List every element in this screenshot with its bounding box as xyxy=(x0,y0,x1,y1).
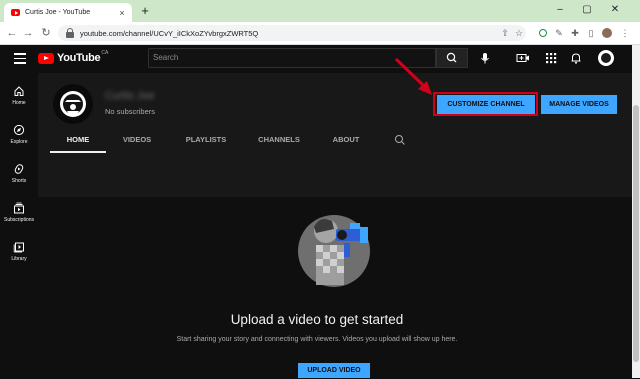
checkered-shirt-icon xyxy=(316,245,344,285)
search-icon xyxy=(446,52,457,63)
hamburger-menu-icon[interactable] xyxy=(14,53,26,64)
address-bar[interactable]: youtube.com/channel/UCvY_iICkXoZYvbrgxZW… xyxy=(58,25,526,41)
annotation-arrow-icon xyxy=(394,57,432,95)
masthead: YouTube CA Search xyxy=(0,45,632,73)
channel-avatar[interactable] xyxy=(53,84,93,124)
new-tab-button[interactable]: + xyxy=(138,4,152,18)
browser-tab-strip: Curtis Joe - YouTube × + – ▢ ✕ xyxy=(0,0,640,22)
back-arrow-icon[interactable]: ← xyxy=(4,25,20,41)
tab-videos[interactable]: VIDEOS xyxy=(110,129,164,153)
sidebar-panel-icon[interactable]: ▯ xyxy=(584,25,598,41)
lock-icon xyxy=(65,28,75,38)
reload-icon[interactable]: ↻ xyxy=(38,25,54,41)
country-code: CA xyxy=(101,50,109,56)
tab-about[interactable]: ABOUT xyxy=(322,129,370,153)
youtube-logo[interactable]: YouTube CA xyxy=(38,50,109,64)
extension-icon[interactable]: ✎ xyxy=(552,25,566,41)
scrollbar-thumb[interactable] xyxy=(633,105,639,362)
upload-video-button[interactable]: UPLOAD VIDEO xyxy=(298,363,370,378)
shorts-icon xyxy=(14,164,24,174)
sidebar-item-explore[interactable]: Explore xyxy=(0,118,38,158)
channel-logo-image xyxy=(60,91,86,117)
tab-close-icon[interactable]: × xyxy=(116,8,128,18)
sidebar-item-home[interactable]: Home xyxy=(0,79,38,119)
sidebar-item-library[interactable]: Library xyxy=(0,235,38,275)
empty-state-title: Upload a video to get started xyxy=(230,312,404,327)
profile-avatar-icon[interactable] xyxy=(600,25,614,41)
tab-channels[interactable]: CHANNELS xyxy=(248,129,310,153)
kebab-menu-icon[interactable]: ⋮ xyxy=(618,25,632,41)
sidebar-item-label: Shorts xyxy=(11,178,27,184)
sidebar-item-shorts[interactable]: Shorts xyxy=(0,157,38,197)
sidebar-item-label: Subscriptions xyxy=(3,217,34,223)
youtube-page: YouTube CA Search Home Explore Shorts Su… xyxy=(0,45,632,378)
notifications-bell-icon[interactable] xyxy=(569,51,583,65)
close-window-button[interactable]: ✕ xyxy=(604,2,626,18)
forward-arrow-icon[interactable]: → xyxy=(20,25,36,41)
bookmark-star-icon[interactable]: ☆ xyxy=(512,25,526,41)
library-icon xyxy=(13,242,24,253)
browser-toolbar: ← → ↻ youtube.com/channel/UCvY_iICkXoZYv… xyxy=(0,22,640,45)
tab-home[interactable]: HOME xyxy=(50,129,106,153)
channel-search-icon[interactable] xyxy=(390,129,410,153)
search-button[interactable] xyxy=(436,48,468,68)
logo-text: YouTube xyxy=(57,52,101,64)
channel-name: Curtis Joe xyxy=(105,90,155,102)
compass-icon xyxy=(13,124,25,136)
minimize-button[interactable]: – xyxy=(549,2,571,18)
tab-title: Curtis Joe - YouTube xyxy=(25,9,91,16)
sidebar: Home Explore Shorts Subscriptions Librar… xyxy=(0,73,38,378)
sidebar-item-label: Home xyxy=(12,100,26,106)
subscriber-count: No subscribers xyxy=(105,107,156,116)
puzzle-icon[interactable]: ✚ xyxy=(568,25,582,41)
sidebar-item-label: Library xyxy=(11,256,27,262)
account-avatar[interactable] xyxy=(598,50,614,66)
share-icon[interactable]: ⇧ xyxy=(498,25,512,41)
subscriptions-icon xyxy=(14,202,24,214)
tab-playlists[interactable]: PLAYLISTS xyxy=(174,129,238,153)
extension-green-icon[interactable] xyxy=(536,25,550,41)
youtube-favicon-icon xyxy=(11,9,20,16)
url-text: youtube.com/channel/UCvY_iICkXoZYvbrgxZW… xyxy=(80,28,259,38)
channel-tabs: HOME VIDEOS PLAYLISTS CHANNELS ABOUT xyxy=(38,129,632,153)
sidebar-item-subscriptions[interactable]: Subscriptions xyxy=(0,196,38,236)
sidebar-item-label: Explore xyxy=(10,139,28,145)
microphone-icon[interactable] xyxy=(477,50,493,66)
upload-illustration xyxy=(298,215,370,287)
apps-grid-icon[interactable] xyxy=(544,51,558,65)
create-video-icon[interactable] xyxy=(516,51,530,65)
home-icon xyxy=(14,86,24,96)
empty-state-subtitle: Start sharing your story and connecting … xyxy=(176,336,458,343)
browser-tab[interactable]: Curtis Joe - YouTube × xyxy=(4,3,132,22)
highlight-box xyxy=(433,92,538,116)
youtube-play-icon xyxy=(38,52,54,64)
page-scrollbar[interactable] xyxy=(632,45,640,378)
manage-videos-button[interactable]: MANAGE VIDEOS xyxy=(541,95,617,114)
maximize-button[interactable]: ▢ xyxy=(576,2,598,18)
